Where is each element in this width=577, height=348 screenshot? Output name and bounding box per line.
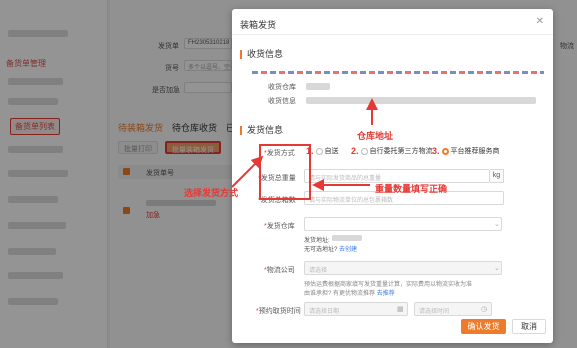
ship-address-label: 发货地址: [304, 238, 330, 244]
weight-input[interactable]: 请与实际发货商品的总重量 [304, 169, 490, 183]
annotation-choose-method: 选择发货方式 [184, 188, 239, 198]
annotation-box-labels [259, 144, 311, 200]
create-address-link[interactable]: 去创建 [339, 247, 357, 253]
receive-section-title: 收货信息 [240, 50, 283, 59]
logistics-note-2: 由谁承担? 有更优物流推荐 去推荐 [304, 291, 395, 297]
pickup-date-input[interactable]: 请选择日期 [304, 302, 408, 316]
recommend-link[interactable]: 去推荐 [377, 291, 395, 297]
annotation-warehouse-address: 仓库地址 [357, 131, 394, 141]
chevron-down-icon: ⌄ [494, 221, 500, 228]
ship-warehouse-select[interactable] [304, 217, 502, 231]
radio-icon[interactable] [360, 147, 368, 155]
ship-section-title: 发货信息 [240, 126, 283, 135]
pickup-time-label: *预约取货时间 [256, 308, 301, 315]
logistics-note: 预估运费根据商家填写发货重量计算，实际费用以物流实收为准 [304, 282, 473, 288]
receive-warehouse-label: 收货仓库 [268, 84, 296, 91]
modal-title: 装箱发货 [240, 20, 277, 30]
address-stripe [252, 71, 544, 74]
receive-warehouse-value [306, 83, 330, 90]
ship-warehouse-label: *发货仓库 [264, 223, 295, 230]
weight-unit: kg [490, 169, 504, 183]
close-icon[interactable]: ✕ [536, 16, 544, 27]
ship-method-option-third-party[interactable]: 2. 自行委托第三方物流 [351, 146, 433, 156]
ship-address-value [332, 235, 362, 241]
annotation-fill-weight: 重量数量填写正确 [375, 184, 448, 194]
no-address-hint: 无可选地址? 去创建 [304, 247, 358, 253]
modal-divider [232, 34, 553, 35]
confirm-ship-button[interactable]: 确认发货 [461, 319, 506, 334]
clock-icon: ◷ [481, 306, 488, 313]
receive-info-value [306, 97, 536, 104]
calendar-icon: ▦ [397, 306, 404, 313]
receive-info-label: 收货信息 [268, 98, 296, 105]
radio-selected-icon[interactable] [441, 147, 449, 155]
radio-icon[interactable] [315, 147, 323, 155]
logistics-label: *物流公司 [264, 267, 295, 274]
logistics-select[interactable]: 请选择 [304, 261, 502, 275]
chevron-down-icon: ⌄ [494, 265, 500, 272]
ship-method-option-platform[interactable]: 3. 平台推荐服务商 [432, 146, 500, 156]
cancel-button[interactable]: 取消 [512, 319, 546, 334]
